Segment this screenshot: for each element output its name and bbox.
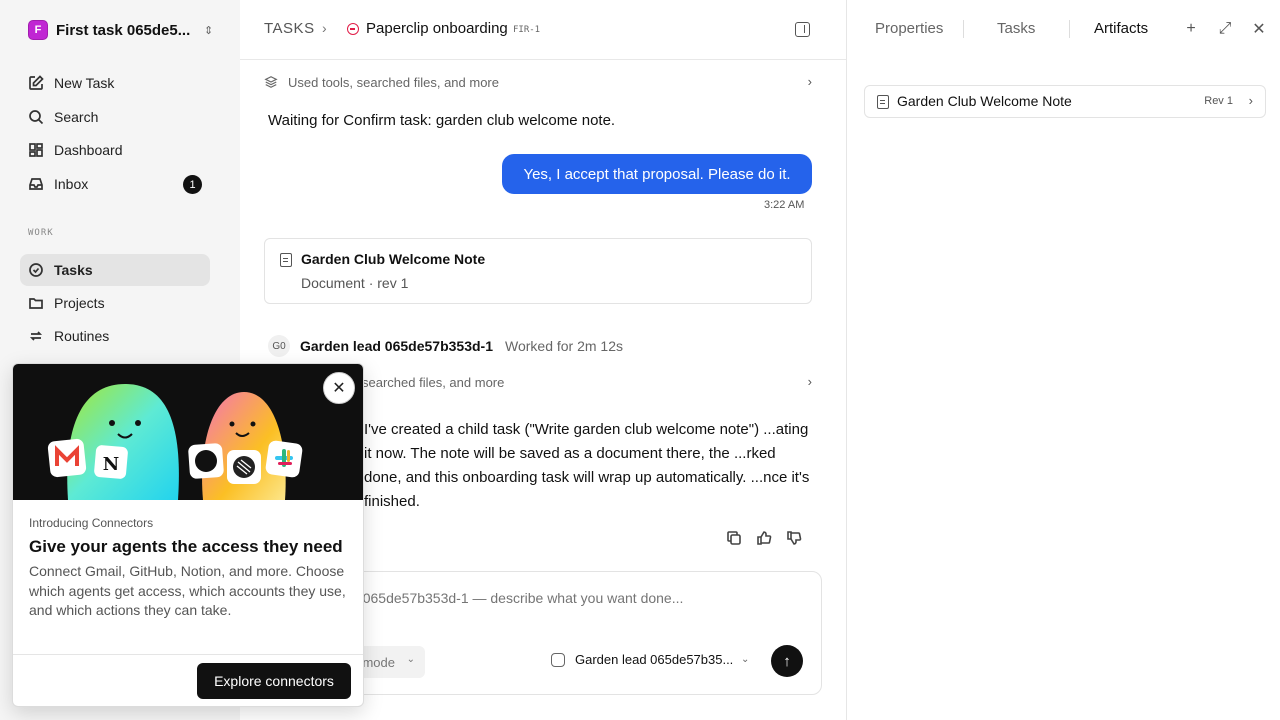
sidebar-item-inbox[interactable]: Inbox 1 [20, 168, 210, 200]
agent-header: G0 Garden lead 065de57b353d-1 Worked for… [268, 334, 623, 358]
agent-selector-label: Garden lead 065de57b35... [575, 652, 734, 667]
workspace-name: First task 065de5... [56, 21, 191, 39]
chevron-right-icon: › [807, 374, 812, 389]
layers-icon [264, 76, 278, 88]
document-icon [280, 253, 292, 267]
add-icon[interactable]: + [1182, 20, 1200, 38]
connectors-illustration: N ✕ [13, 364, 363, 500]
sidebar-item-label: New Task [54, 75, 115, 91]
connectors-promo-popup: N ✕ Introducing Connectors Give your age… [12, 363, 364, 707]
sidebar-item-new-task[interactable]: New Task [20, 67, 210, 99]
task-id: FIR-1 [513, 25, 541, 35]
tab-tasks[interactable]: Tasks [997, 20, 1035, 37]
thumbs-down-icon [787, 531, 802, 545]
right-panel: Properties Tasks Artifacts + ⤢ ✕ Garden … [846, 0, 1280, 720]
agent-selector[interactable]: Garden lead 065de57b35... ⌄ [551, 652, 749, 667]
panel-toggle-icon[interactable] [795, 22, 810, 37]
document-icon [877, 95, 889, 109]
status-blocked-icon [347, 23, 359, 35]
copy-button[interactable] [726, 530, 742, 546]
chevron-updown-icon: ⇕ [204, 24, 214, 37]
folder-icon [29, 298, 43, 309]
close-icon[interactable]: ✕ [1250, 20, 1268, 38]
copy-icon [727, 531, 741, 545]
user-message-bubble: Yes, I accept that proposal. Please do i… [502, 154, 812, 194]
page-title: Paperclip onboarding [366, 20, 508, 37]
message-timestamp: 3:22 AM [764, 199, 805, 211]
chevron-down-icon: ⌄ [741, 654, 750, 665]
waiting-status-text: Waiting for Confirm task: garden club we… [268, 112, 616, 129]
sidebar-item-routines[interactable]: Routines [20, 320, 210, 352]
tool-summary-text: Used tools, searched files, and more [288, 74, 499, 90]
sidebar-item-label: Inbox [54, 176, 89, 192]
expand-icon[interactable]: ⤢ [1216, 20, 1234, 38]
inbox-count-badge: 1 [183, 175, 202, 194]
chevron-down-icon: ⌄ [406, 654, 415, 665]
chevron-right-icon: › [1248, 93, 1253, 108]
tab-properties[interactable]: Properties [875, 20, 943, 37]
chevron-right-icon: › [322, 20, 327, 36]
arrow-up-icon: ↑ [783, 652, 791, 670]
artifact-item[interactable]: Garden Club Welcome Note Rev 1 › [864, 85, 1266, 118]
thumbs-up-button[interactable] [756, 530, 772, 546]
thumbs-down-button[interactable] [786, 530, 802, 546]
sidebar-item-projects[interactable]: Projects [20, 287, 210, 319]
tool-summary-text: searched files, and more [362, 374, 505, 390]
close-icon: ✕ [332, 380, 346, 397]
agent-name: Garden lead 065de57b353d-1 [300, 338, 493, 354]
tab-artifacts[interactable]: Artifacts [1094, 20, 1148, 37]
workspace-logo: F [28, 20, 48, 40]
workspace-switcher[interactable]: F First task 065de5... ⇕ [28, 19, 218, 41]
thumbs-up-icon [757, 531, 772, 545]
bot-icon [551, 652, 565, 667]
repeat-icon [29, 331, 43, 341]
chevron-right-icon: › [807, 74, 812, 89]
tab-divider [963, 20, 964, 38]
breadcrumb-tasks[interactable]: TASKS [264, 20, 315, 37]
search-icon [29, 110, 44, 125]
avatar: G0 [268, 335, 290, 357]
document-card[interactable]: Garden Club Welcome Note Document · rev … [264, 238, 812, 304]
sidebar-item-label: Routines [54, 328, 110, 344]
sidebar-item-dashboard[interactable]: Dashboard [20, 134, 210, 166]
promo-footer: Explore connectors [13, 654, 363, 706]
inbox-icon [29, 178, 43, 190]
sidebar-item-label: Projects [54, 295, 105, 311]
section-label-work: WORK [28, 228, 54, 238]
mode-label: mode [362, 654, 395, 670]
sidebar-item-label: Dashboard [54, 142, 123, 158]
sidebar-item-tasks[interactable]: Tasks [20, 254, 210, 286]
dashboard-icon [29, 143, 43, 157]
tab-divider [1069, 20, 1070, 38]
sidebar-item-search[interactable]: Search [20, 101, 210, 133]
explore-connectors-button[interactable]: Explore connectors [197, 663, 351, 699]
artifact-revision: Rev 1 [1204, 95, 1233, 107]
promo-kicker: Introducing Connectors [29, 516, 154, 530]
check-circle-icon [29, 263, 43, 277]
document-card-title: Garden Club Welcome Note [301, 251, 486, 267]
message-actions [726, 530, 802, 546]
sidebar-item-label: Tasks [54, 262, 93, 278]
mascot-illustration: N [47, 384, 303, 500]
svg-text:N: N [103, 454, 119, 475]
artifact-name: Garden Club Welcome Note [897, 93, 1072, 109]
tool-summary-row[interactable]: Used tools, searched files, and more › [264, 70, 812, 94]
promo-body: Connect Gmail, GitHub, Notion, and more.… [29, 563, 346, 618]
sidebar-item-label: Search [54, 109, 99, 125]
agent-worked-duration: Worked for 2m 12s [505, 338, 624, 354]
promo-title: Give your agents the access they need [29, 537, 343, 556]
edit-icon [29, 75, 44, 90]
task-header: TASKS › Paperclip onboarding FIR-1 [240, 0, 846, 60]
close-popup-button[interactable]: ✕ [323, 372, 355, 404]
document-card-subtitle: Document · rev 1 [301, 275, 409, 291]
send-button[interactable]: ↑ [771, 645, 803, 677]
